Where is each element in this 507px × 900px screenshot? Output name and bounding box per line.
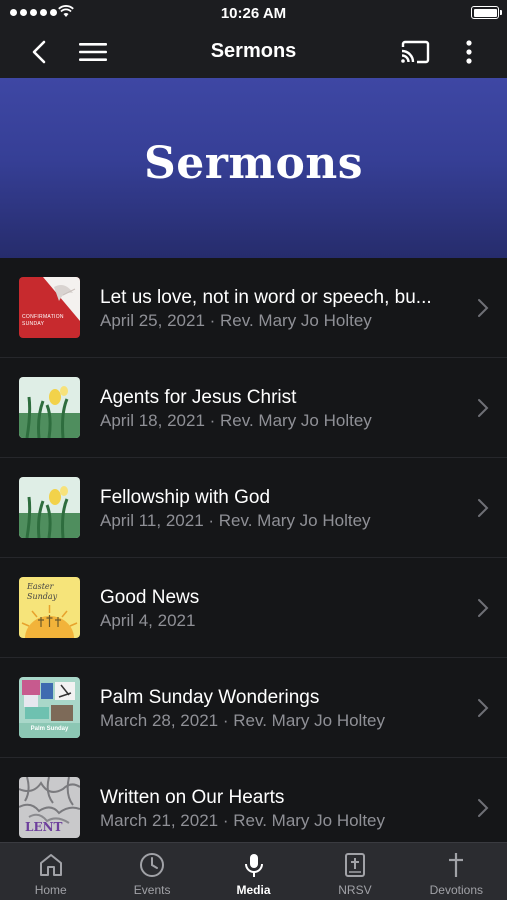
chevron-right-icon (478, 799, 489, 817)
tab-media[interactable]: Media (203, 843, 304, 900)
bible-icon (344, 853, 365, 877)
sermon-title: Let us love, not in word or speech, bu..… (100, 287, 432, 308)
thumb-caption: Palm Sunday (30, 726, 69, 732)
microphone-icon (244, 854, 263, 877)
sermon-title: Agents for Jesus Christ (100, 387, 297, 408)
tab-label: Devotions (429, 883, 484, 897)
tab-label: Events (133, 883, 171, 897)
tab-home[interactable]: Home (0, 843, 101, 900)
sermon-thumbnail (19, 477, 80, 538)
sermon-thumbnail (19, 377, 80, 438)
chevron-right-icon (478, 599, 489, 617)
more-icon[interactable] (454, 38, 484, 66)
sermon-thumbnail: CONFIRMATION SUNDAY (19, 277, 80, 338)
nav-bar: Sermons (0, 26, 507, 78)
cross-icon (449, 853, 464, 877)
cast-icon[interactable] (398, 38, 432, 66)
tab-label: NRSV (338, 883, 372, 897)
thumb-caption: CONFIRMATION SUNDAY (22, 314, 64, 327)
sermon-thumbnail: Palm Sunday (19, 677, 80, 738)
sermon-date-speaker: March 21, 2021 · Rev. Mary Jo Holtey (100, 811, 386, 830)
sermon-date-speaker: April 11, 2021 · Rev. Mary Jo Holtey (100, 511, 371, 530)
sermon-title: Fellowship with God (100, 487, 271, 508)
sermon-date-speaker: April 25, 2021 · Rev. Mary Jo Holtey (100, 311, 372, 330)
sermon-thumbnail: LENT (19, 777, 80, 838)
sermon-date-speaker: April 18, 2021 · Rev. Mary Jo Holtey (100, 411, 372, 430)
battery-icon (471, 6, 502, 19)
chevron-right-icon (478, 499, 489, 517)
sermon-date-speaker: March 28, 2021 · Rev. Mary Jo Holtey (100, 711, 386, 730)
chevron-right-icon (478, 399, 489, 417)
sermon-title: Palm Sunday Wonderings (100, 687, 320, 708)
banner-title: Sermons (143, 138, 364, 189)
sermon-date-speaker: April 4, 2021 (100, 611, 196, 630)
status-bar: 10:26 AM (0, 0, 507, 26)
list-item[interactable]: Palm Sunday Palm Sunday Wonderings March… (0, 658, 507, 758)
list-item[interactable]: CONFIRMATION SUNDAY Let us love, not in … (0, 258, 507, 358)
sermon-title: Good News (100, 587, 200, 608)
sermon-title: Written on Our Hearts (100, 787, 285, 808)
clock-icon (140, 853, 165, 877)
list-item[interactable]: Fellowship with God April 11, 2021 · Rev… (0, 458, 507, 558)
sermon-thumbnail: Easter Sunday (19, 577, 80, 638)
tab-label: Media (236, 883, 271, 897)
tab-events[interactable]: Events (101, 843, 202, 900)
status-time: 10:26 AM (220, 5, 287, 22)
list-item[interactable]: Agents for Jesus Christ April 18, 2021 ·… (0, 358, 507, 458)
sermon-list: CONFIRMATION SUNDAY Let us love, not in … (0, 258, 507, 858)
tab-label: Home (34, 883, 67, 897)
chevron-right-icon (478, 299, 489, 317)
thumb-caption: Easter Sunday (27, 582, 58, 601)
list-item[interactable]: Easter Sunday Good News April 4, 2021 (0, 558, 507, 658)
thumb-caption: LENT (25, 820, 63, 834)
tab-devotions[interactable]: Devotions (406, 843, 507, 900)
tab-bar: Home Events Media NRSV Devotions (0, 842, 507, 900)
tab-nrsv[interactable]: NRSV (304, 843, 405, 900)
home-icon (39, 854, 62, 876)
chevron-right-icon (478, 699, 489, 717)
